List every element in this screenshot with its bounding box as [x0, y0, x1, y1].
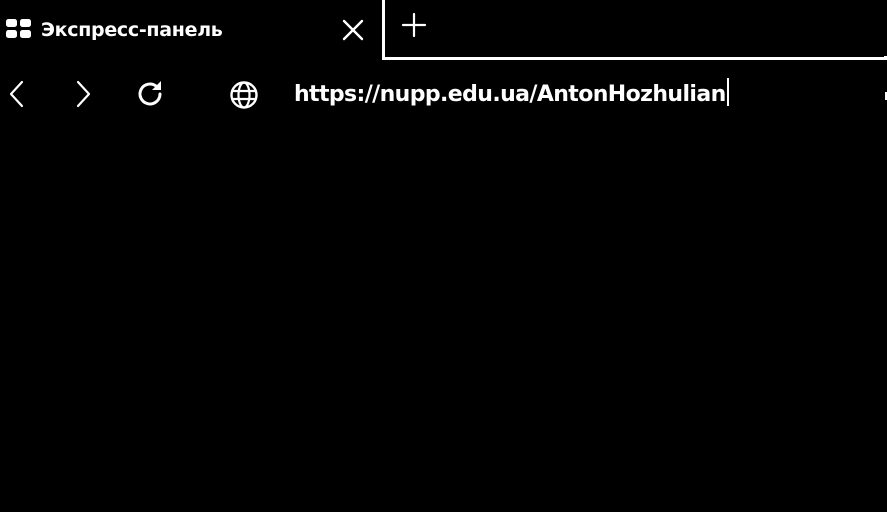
reload-icon[interactable]: [134, 78, 166, 110]
url-value: https://nupp.edu.ua/AntonHozhulian: [294, 82, 726, 107]
browser-window: Экспресс-панель https://nupp.edu.ua/Anto…: [0, 0, 887, 512]
toolbar-edge-mark: [881, 92, 887, 100]
text-caret: [726, 78, 729, 106]
url-text: https://nupp.edu.ua/AntonHozhulian: [294, 78, 729, 111]
globe-icon[interactable]: [228, 79, 260, 111]
navigation-toolbar: https://nupp.edu.ua/AntonHozhulian: [0, 60, 887, 128]
plus-icon[interactable]: [400, 11, 428, 39]
tab-divider: [382, 0, 385, 60]
page-content: [0, 128, 887, 512]
close-icon[interactable]: [340, 17, 366, 43]
tab-speed-dial[interactable]: Экспресс-панель: [0, 0, 382, 60]
chevron-right-icon[interactable]: [68, 78, 100, 110]
tab-title: Экспресс-панель: [41, 19, 223, 41]
grid-icon: [6, 19, 32, 39]
address-bar[interactable]: https://nupp.edu.ua/AntonHozhulian: [286, 74, 846, 114]
tab-strip: Экспресс-панель: [0, 0, 887, 60]
chevron-left-icon[interactable]: [2, 78, 34, 110]
